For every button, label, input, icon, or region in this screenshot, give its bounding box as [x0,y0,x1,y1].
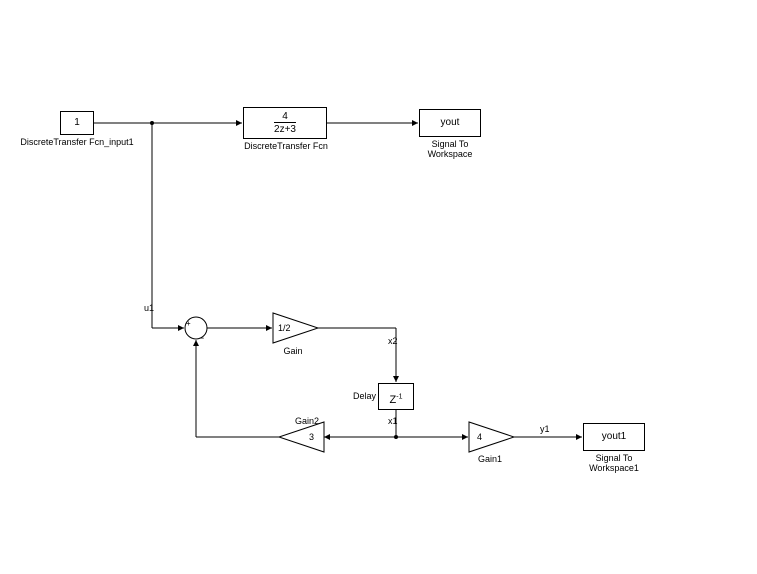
signal-label-x1: x1 [388,416,398,426]
transfer-function-icon: 4 2z+3 [274,111,296,135]
simulink-diagram: + − 1 DiscreteTransfer Fcn_input1 4 [0,0,757,574]
signal-to-workspace-block[interactable]: yout [419,109,481,137]
discrete-transfer-fcn-block[interactable]: 4 2z+3 [243,107,327,139]
stw-var: yout [441,117,460,128]
gain1-label: Gain1 [474,454,506,464]
signal-label-u1: u1 [144,303,154,313]
wires-svg: + − [0,0,757,574]
gain-value: 1/2 [278,323,291,333]
tf-numerator: 4 [274,111,296,122]
svg-text:−: − [199,333,204,343]
gain1-value: 4 [477,432,482,442]
constant-block[interactable]: 1 [60,111,94,135]
gain2-label: Gain2 [287,416,327,426]
stw-label: Signal To Workspace [419,139,481,159]
delay-block[interactable]: Z-1 [378,383,414,410]
stw1-label: Signal To Workspace1 [583,453,645,473]
signal-label-x2: x2 [388,336,398,346]
constant-value: 1 [74,117,80,128]
gain-label: Gain [278,346,308,356]
tf-denominator: 2z+3 [274,122,296,135]
gain2-value: 3 [309,432,314,442]
constant-label: DiscreteTransfer Fcn_input1 [17,137,137,147]
delay-label: Delay [348,391,376,401]
delay-text: Z-1 [390,394,403,406]
signal-label-y1: y1 [540,424,550,434]
stw1-var: yout1 [602,431,626,442]
svg-text:+: + [186,319,191,328]
signal-to-workspace1-block[interactable]: yout1 [583,423,645,451]
dtf-label: DiscreteTransfer Fcn [236,141,336,151]
